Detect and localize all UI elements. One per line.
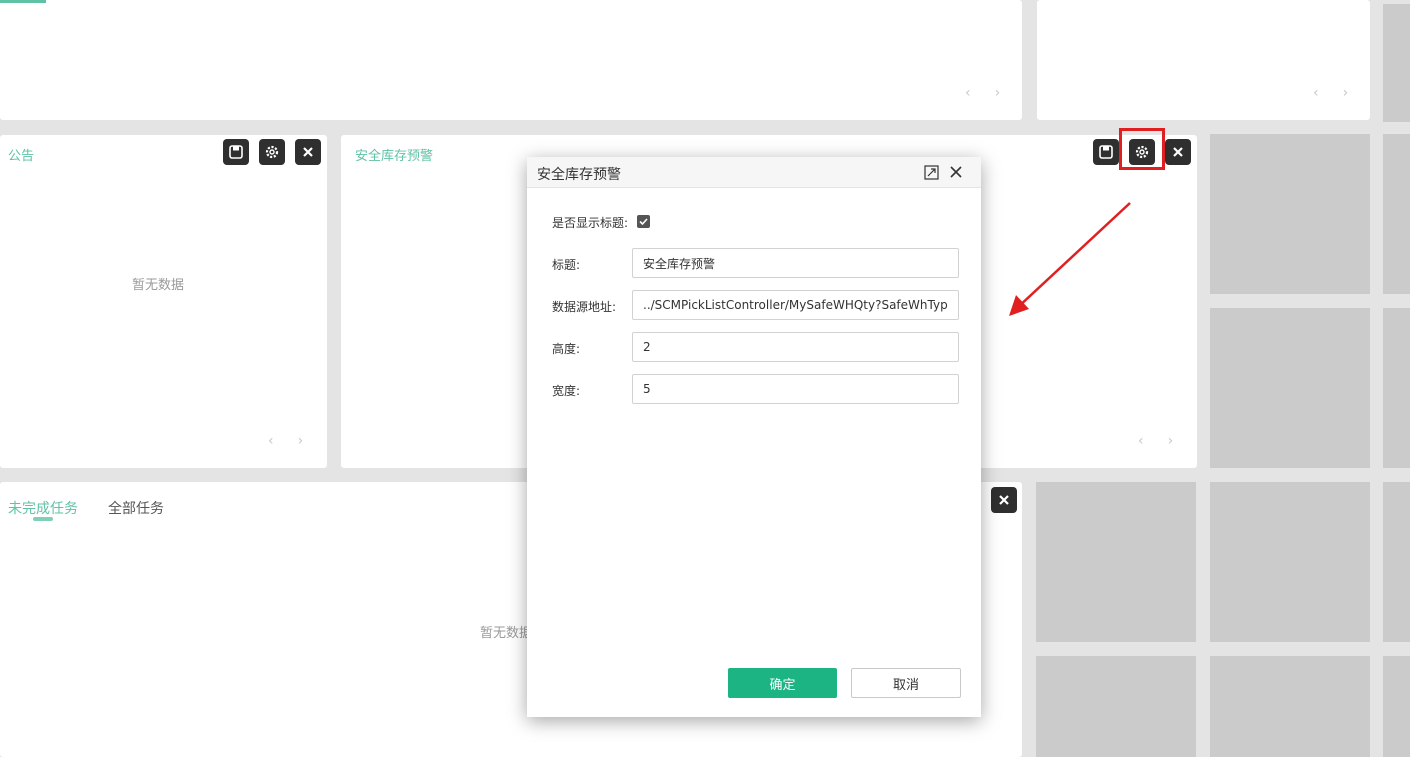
maximize-button[interactable] bbox=[922, 163, 940, 181]
tab-incomplete-tasks[interactable]: 未完成任务 bbox=[8, 498, 78, 518]
tab-active-indicator bbox=[33, 517, 53, 521]
top-left-panel: ‹› bbox=[0, 0, 1022, 120]
data-source-input[interactable] bbox=[632, 290, 959, 320]
panel-pager: ‹› bbox=[268, 433, 327, 449]
grid-cell bbox=[1210, 656, 1370, 757]
grid-cell bbox=[1383, 4, 1410, 122]
tab-all-tasks[interactable]: 全部任务 bbox=[108, 498, 164, 518]
grid-cell bbox=[1383, 134, 1410, 294]
close-icon bbox=[999, 495, 1009, 505]
chevron-right-icon[interactable]: › bbox=[995, 85, 1025, 101]
close-icon bbox=[1173, 147, 1183, 157]
confirm-button[interactable]: 确定 bbox=[728, 668, 837, 698]
grid-cell bbox=[1036, 482, 1196, 642]
chevron-right-icon[interactable]: › bbox=[1343, 85, 1373, 101]
chevron-left-icon[interactable]: ‹ bbox=[965, 85, 995, 101]
grid-cell bbox=[1210, 308, 1370, 468]
show-title-label: 是否显示标题: bbox=[552, 216, 629, 230]
notice-panel: 公告 暂无数据 ‹› bbox=[0, 135, 327, 468]
grid-cell bbox=[1383, 656, 1410, 757]
save-icon bbox=[229, 145, 243, 159]
grid-cell bbox=[1210, 134, 1370, 294]
active-tab-indicator bbox=[0, 0, 46, 3]
height-input[interactable] bbox=[632, 332, 959, 362]
panel-pager: ‹› bbox=[1313, 85, 1372, 101]
chevron-right-icon[interactable]: › bbox=[298, 433, 328, 449]
save-icon bbox=[1099, 145, 1113, 159]
save-button[interactable] bbox=[223, 139, 249, 165]
annotation-highlight bbox=[1119, 128, 1165, 170]
settings-dialog: 安全库存预警 是否显示标题: 标题: 数据源地址: 高度: 宽度: 确定 取消 bbox=[527, 157, 981, 717]
chevron-left-icon[interactable]: ‹ bbox=[268, 433, 298, 449]
empty-state-text: 暂无数据 bbox=[480, 626, 533, 641]
chevron-left-icon[interactable]: ‹ bbox=[1138, 433, 1168, 449]
panel-title: 公告 bbox=[8, 149, 35, 164]
annotation-arrow bbox=[1009, 202, 1131, 316]
title-label: 标题: bbox=[552, 258, 581, 272]
title-input[interactable] bbox=[632, 248, 959, 278]
dialog-close-button[interactable] bbox=[947, 163, 965, 181]
data-source-label: 数据源地址: bbox=[552, 300, 617, 314]
close-icon bbox=[950, 166, 962, 178]
chevron-right-icon[interactable]: › bbox=[1168, 433, 1198, 449]
dialog-header: 安全库存预警 bbox=[527, 157, 981, 188]
gear-icon bbox=[265, 145, 279, 159]
dialog-title: 安全库存预警 bbox=[537, 167, 621, 183]
grid-cell bbox=[1036, 656, 1196, 757]
width-label: 宽度: bbox=[552, 384, 581, 398]
chevron-left-icon[interactable]: ‹ bbox=[1313, 85, 1343, 101]
panel-title: 安全库存预警 bbox=[355, 149, 434, 164]
panel-pager: ‹› bbox=[1138, 433, 1197, 449]
empty-state-text: 暂无数据 bbox=[132, 278, 185, 293]
maximize-icon bbox=[923, 164, 939, 180]
cancel-button[interactable]: 取消 bbox=[851, 668, 961, 698]
close-icon bbox=[303, 147, 313, 157]
close-button[interactable] bbox=[1165, 139, 1191, 165]
check-icon bbox=[639, 218, 648, 226]
grid-cell bbox=[1210, 482, 1370, 642]
grid-cell bbox=[1383, 308, 1410, 468]
top-right-panel: ‹› bbox=[1037, 0, 1370, 120]
panel-pager: ‹› bbox=[965, 85, 1024, 101]
width-input[interactable] bbox=[632, 374, 959, 404]
grid-cell bbox=[1383, 482, 1410, 642]
settings-button[interactable] bbox=[259, 139, 285, 165]
close-button[interactable] bbox=[295, 139, 321, 165]
show-title-checkbox[interactable] bbox=[637, 215, 650, 228]
close-button[interactable] bbox=[991, 487, 1017, 513]
save-button[interactable] bbox=[1093, 139, 1119, 165]
height-label: 高度: bbox=[552, 342, 581, 356]
